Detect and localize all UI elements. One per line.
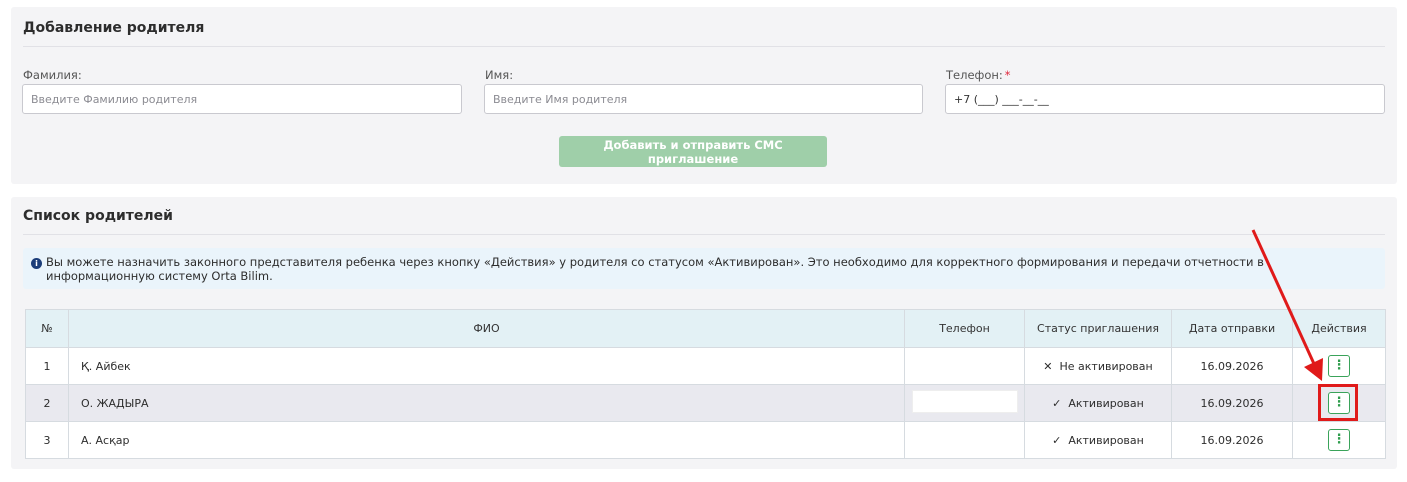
column-header-fio: ФИО — [68, 309, 905, 348]
add-parent-title: Добавление родителя — [23, 20, 205, 36]
row-fio: О. ЖАДЫРА — [68, 384, 905, 422]
row-date: 16.09.2026 — [1171, 421, 1293, 459]
name-input[interactable] — [484, 84, 923, 114]
table-header-row: № ФИО Телефон Статус приглашения Дата от… — [25, 309, 1386, 348]
row-date: 16.09.2026 — [1171, 347, 1293, 385]
table-row: 2 О. ЖАДЫРА ✓ Активирован 16.09.2026 ⋮ — [25, 384, 1386, 422]
row-phone — [904, 421, 1025, 459]
phone-label: Телефон: * — [946, 68, 1011, 82]
divider — [23, 46, 1385, 47]
table-row: 1 Қ. Айбек ✕ Не активирован 16.09.2026 ⋮ — [25, 347, 1386, 385]
surname-label: Фамилия: — [23, 68, 82, 82]
column-header-date: Дата отправки — [1171, 309, 1293, 348]
actions-button[interactable]: ⋮ — [1328, 355, 1350, 377]
add-and-send-sms-button[interactable]: Добавить и отправить СМС приглашение — [559, 136, 827, 167]
column-header-phone: Телефон — [904, 309, 1025, 348]
row-num: 1 — [25, 347, 69, 385]
required-mark: * — [1004, 68, 1011, 82]
phone-input[interactable] — [945, 84, 1385, 114]
status-text: Активирован — [1068, 433, 1144, 447]
row-status: ✓ Активирован — [1024, 421, 1172, 459]
check-icon: ✓ — [1052, 433, 1062, 447]
phone-redacted — [911, 390, 1018, 413]
row-status: ✓ Активирован — [1024, 384, 1172, 422]
actions-button[interactable]: ⋮ — [1328, 429, 1350, 451]
row-fio: А. Асқар — [68, 421, 905, 459]
row-actions: ⋮ — [1292, 421, 1386, 459]
cross-icon: ✕ — [1043, 359, 1053, 373]
name-label: Имя: — [485, 68, 514, 82]
row-num: 2 — [25, 384, 69, 422]
column-header-status: Статус приглашения — [1024, 309, 1172, 348]
status-text: Не активирован — [1059, 359, 1153, 373]
row-phone — [904, 384, 1025, 422]
row-status: ✕ Не активирован — [1024, 347, 1172, 385]
divider — [23, 234, 1385, 235]
actions-button[interactable]: ⋮ — [1328, 392, 1350, 414]
info-text: Вы можете назначить законного представит… — [46, 255, 1264, 283]
parents-table: № ФИО Телефон Статус приглашения Дата от… — [25, 309, 1386, 459]
check-icon: ✓ — [1052, 396, 1062, 410]
row-date: 16.09.2026 — [1171, 384, 1293, 422]
info-notice: i Вы можете назначить законного представ… — [23, 248, 1385, 289]
info-icon: i — [31, 258, 42, 269]
column-header-num: № — [25, 309, 69, 348]
row-num: 3 — [25, 421, 69, 459]
phone-label-text: Телефон: — [946, 68, 1003, 82]
table-row: 3 А. Асқар ✓ Активирован 16.09.2026 ⋮ — [25, 421, 1386, 459]
row-fio: Қ. Айбек — [68, 347, 905, 385]
parents-list-title: Список родителей — [23, 208, 173, 224]
column-header-actions: Действия — [1292, 309, 1386, 348]
row-phone — [904, 347, 1025, 385]
row-actions: ⋮ — [1292, 384, 1386, 422]
surname-input[interactable] — [22, 84, 462, 114]
status-text: Активирован — [1068, 396, 1144, 410]
row-actions: ⋮ — [1292, 347, 1386, 385]
